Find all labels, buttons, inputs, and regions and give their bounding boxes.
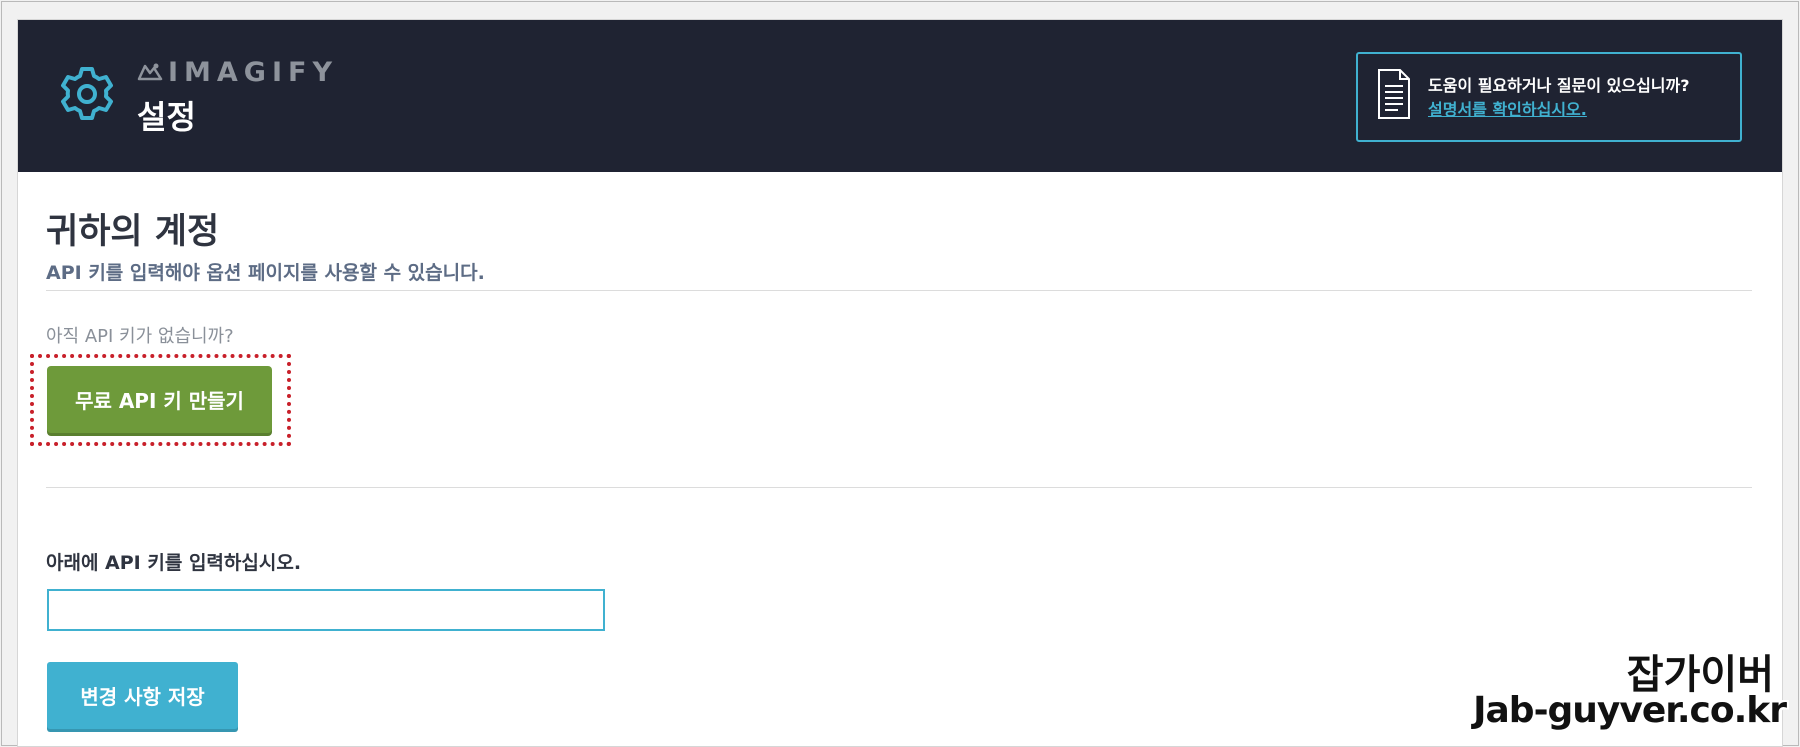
page-title: 설정 xyxy=(137,98,196,136)
section-subtitle: API 키를 입력해야 옵션 페이지를 사용할 수 있습니다. xyxy=(46,262,485,284)
settings-panel: IMAGIFY 설정 도움이 필요하거나 질문이 있으십니까? 설명서를 확인하… xyxy=(17,19,1783,747)
section-title: 귀하의 계정 xyxy=(46,212,220,252)
api-key-input[interactable] xyxy=(47,589,605,631)
save-changes-button[interactable]: 변경 사항 저장 xyxy=(47,662,238,729)
api-key-label: 아래에 API 키를 입력하십시오. xyxy=(46,552,302,574)
no-key-prompt: 아직 API 키가 없습니까? xyxy=(46,326,234,347)
gear-icon xyxy=(61,67,113,120)
help-box: 도움이 필요하거나 질문이 있으십니까? 설명서를 확인하십시오. xyxy=(1356,52,1742,142)
window-frame: IMAGIFY 설정 도움이 필요하거나 질문이 있으십니까? 설명서를 확인하… xyxy=(1,1,1799,747)
logo-mark-icon xyxy=(137,63,163,81)
watermark-url: Jab-guyver.co.kr xyxy=(1473,690,1787,731)
divider xyxy=(46,487,1752,488)
document-icon xyxy=(1378,69,1410,119)
divider xyxy=(46,290,1752,291)
brand-name: IMAGIFY xyxy=(168,56,339,88)
brand-logo: IMAGIFY xyxy=(136,56,338,88)
page-header: IMAGIFY 설정 도움이 필요하거나 질문이 있으십니까? 설명서를 확인하… xyxy=(18,20,1782,172)
create-api-key-button[interactable]: 무료 API 키 만들기 xyxy=(47,366,272,433)
help-question: 도움이 필요하거나 질문이 있으십니까? xyxy=(1428,76,1690,95)
documentation-link[interactable]: 설명서를 확인하십시오. xyxy=(1428,96,1587,120)
